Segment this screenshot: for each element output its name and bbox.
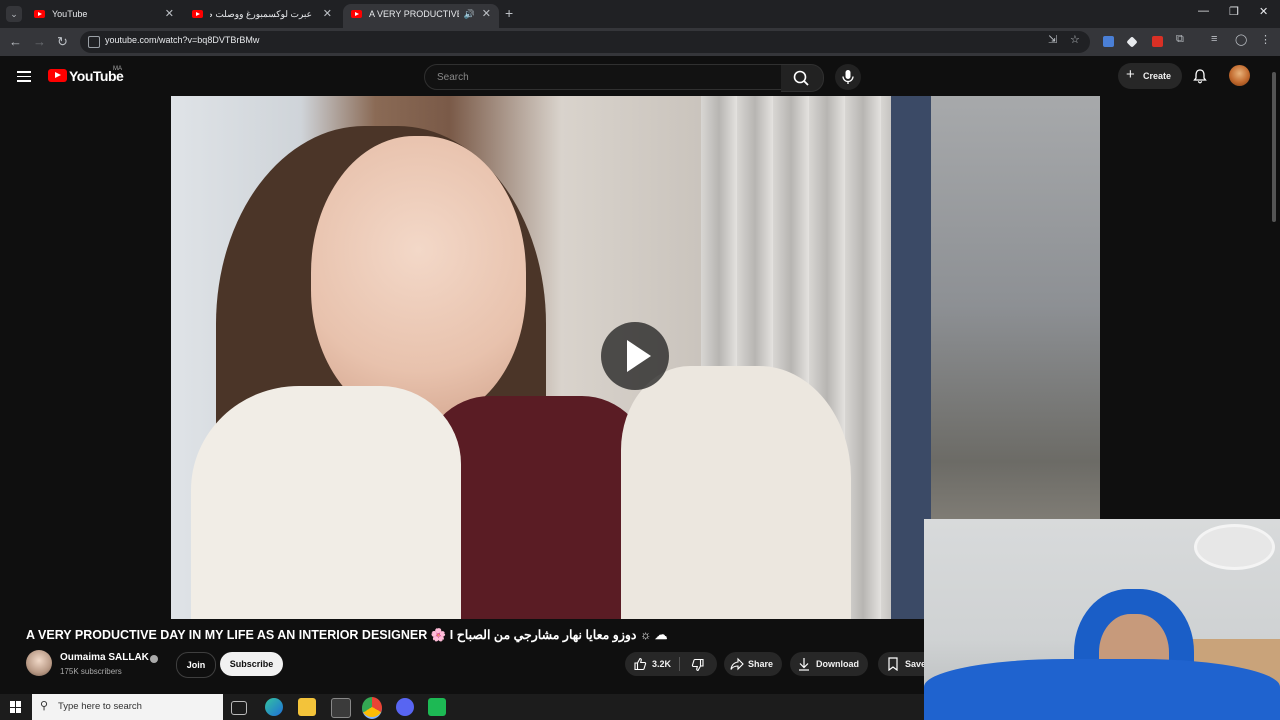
youtube-play-logo-icon	[48, 69, 67, 82]
chrome-browser-icon[interactable]	[362, 697, 382, 719]
restore-icon[interactable]: ❐	[1229, 5, 1239, 18]
tab-search-button[interactable]: ⌄	[6, 6, 22, 22]
like-dislike-group: 3.2K	[625, 652, 717, 676]
reload-icon[interactable]: ↻	[57, 34, 68, 50]
video-frame-face	[311, 136, 526, 421]
video-title: A VERY PRODUCTIVE DAY IN MY LIFE AS AN I…	[26, 628, 668, 642]
tab-label: YouTube	[52, 9, 88, 19]
taskbar-search-box[interactable]: ⚲ Type here to search	[32, 694, 223, 720]
notifications-bell-icon[interactable]	[1192, 68, 1208, 84]
close-tab-icon[interactable]: ✕	[165, 4, 174, 24]
like-count[interactable]: 3.2K	[652, 659, 671, 669]
scrollbar-thumb[interactable]	[1272, 72, 1276, 222]
thumbs-down-icon[interactable]	[691, 658, 705, 672]
task-view-icon[interactable]	[231, 701, 247, 715]
url-text[interactable]: youtube.com/watch?v=bq8DVTBrBMw	[105, 35, 259, 45]
forward-arrow-icon[interactable]: →	[33, 34, 46, 49]
bookmark-star-icon[interactable]: ☆	[1070, 33, 1080, 46]
share-button[interactable]: Share	[724, 652, 782, 676]
windows-taskbar: ⚲ Type here to search	[0, 694, 924, 720]
youtube-favicon-icon	[192, 10, 203, 18]
channel-name[interactable]: Oumaima SALLAK	[60, 652, 149, 663]
channel-avatar[interactable]	[26, 650, 52, 676]
like-divider	[679, 657, 680, 671]
microphone-icon	[842, 70, 854, 84]
save-button[interactable]: Save	[878, 652, 927, 676]
youtube-favicon-icon	[34, 10, 45, 18]
download-button[interactable]: Download	[790, 652, 868, 676]
discord-icon[interactable]	[396, 698, 414, 716]
taskbar-search-placeholder: Type here to search	[58, 701, 142, 712]
voice-search-button[interactable]	[835, 64, 861, 90]
share-arrow-icon	[730, 657, 744, 671]
create-label: Create	[1143, 71, 1172, 81]
account-avatar[interactable]	[1229, 65, 1250, 86]
verified-badge-icon	[150, 655, 158, 663]
new-tab-button[interactable]: +	[505, 5, 513, 21]
video-frame-coat-left	[191, 386, 461, 619]
download-icon	[799, 658, 809, 671]
edge-browser-icon[interactable]	[265, 698, 283, 716]
youtube-favicon-icon	[351, 10, 362, 18]
webcam-person-arms	[924, 659, 1280, 720]
download-label: Download	[816, 659, 859, 669]
translate-extension-icon[interactable]	[1103, 36, 1114, 47]
join-button[interactable]: Join	[176, 652, 216, 678]
subscriber-count: 175K subscribers	[60, 667, 122, 676]
extension-diamond-icon[interactable]	[1126, 36, 1138, 48]
save-label: Save	[905, 659, 927, 669]
browser-menu-icon[interactable]: ⋮	[1260, 33, 1271, 46]
tab-luxembourg-video[interactable]: عبرت لوكسمبورغ ووصلت ضواحي ✕	[184, 4, 340, 28]
save-bookmark-icon	[888, 657, 898, 671]
browser-tab-strip: ⌄ YouTube ✕ عبرت لوكسمبورغ ووصلت ضواحي ✕…	[0, 0, 1280, 28]
share-label: Share	[748, 659, 774, 669]
search-box	[424, 64, 783, 90]
close-tab-icon[interactable]: ✕	[323, 4, 332, 24]
file-explorer-icon[interactable]	[298, 698, 316, 716]
minimize-icon[interactable]: —	[1198, 5, 1209, 17]
play-button-icon[interactable]	[601, 322, 669, 390]
install-app-icon[interactable]: ⇲	[1048, 33, 1057, 46]
speaker-icon[interactable]: 🔊	[464, 4, 475, 24]
site-info-icon[interactable]	[88, 36, 100, 48]
back-arrow-icon[interactable]: ←	[9, 34, 22, 49]
tab-current-video[interactable]: A VERY PRODUCTIVE DAY I 🔊 ✕	[343, 4, 499, 28]
plus-icon: +	[1126, 66, 1135, 83]
profile-icon[interactable]: ◯	[1235, 33, 1247, 46]
close-window-icon[interactable]: ✕	[1259, 5, 1268, 18]
taskbar-search-icon: ⚲	[40, 700, 49, 712]
search-input[interactable]	[435, 67, 769, 87]
app-icon-green[interactable]	[428, 698, 446, 716]
tab-youtube-home[interactable]: YouTube ✕	[26, 4, 182, 28]
webcam-overlay	[924, 519, 1280, 720]
tab-label: عبرت لوكسمبورغ ووصلت ضواحي	[210, 9, 312, 19]
browser-toolbar: ← → ↻ youtube.com/watch?v=bq8DVTBrBMw ⇲ …	[0, 28, 1280, 56]
media-control-icon[interactable]: ≡	[1211, 33, 1217, 45]
thumbs-up-icon[interactable]	[633, 657, 647, 671]
search-icon	[793, 70, 809, 86]
video-frame-coat-right	[621, 366, 851, 619]
search-button[interactable]	[781, 64, 824, 92]
close-tab-icon[interactable]: ✕	[482, 4, 491, 24]
microsoft-store-icon[interactable]	[331, 698, 351, 718]
windows-start-icon[interactable]	[10, 701, 22, 713]
guide-menu-icon[interactable]	[17, 71, 31, 82]
extensions-puzzle-icon[interactable]: ⧉	[1176, 33, 1184, 46]
subscribe-button[interactable]: Subscribe	[220, 652, 283, 676]
youtube-header: YouTube MA + Create	[0, 56, 1280, 96]
country-code: MA	[113, 66, 122, 72]
address-bar[interactable]: youtube.com/watch?v=bq8DVTBrBMw	[80, 31, 1090, 53]
webcam-ceiling-light	[1194, 524, 1275, 570]
create-button[interactable]: + Create	[1118, 63, 1182, 89]
extension-red-icon[interactable]	[1152, 36, 1163, 47]
tab-label: A VERY PRODUCTIVE DAY I	[369, 9, 459, 19]
